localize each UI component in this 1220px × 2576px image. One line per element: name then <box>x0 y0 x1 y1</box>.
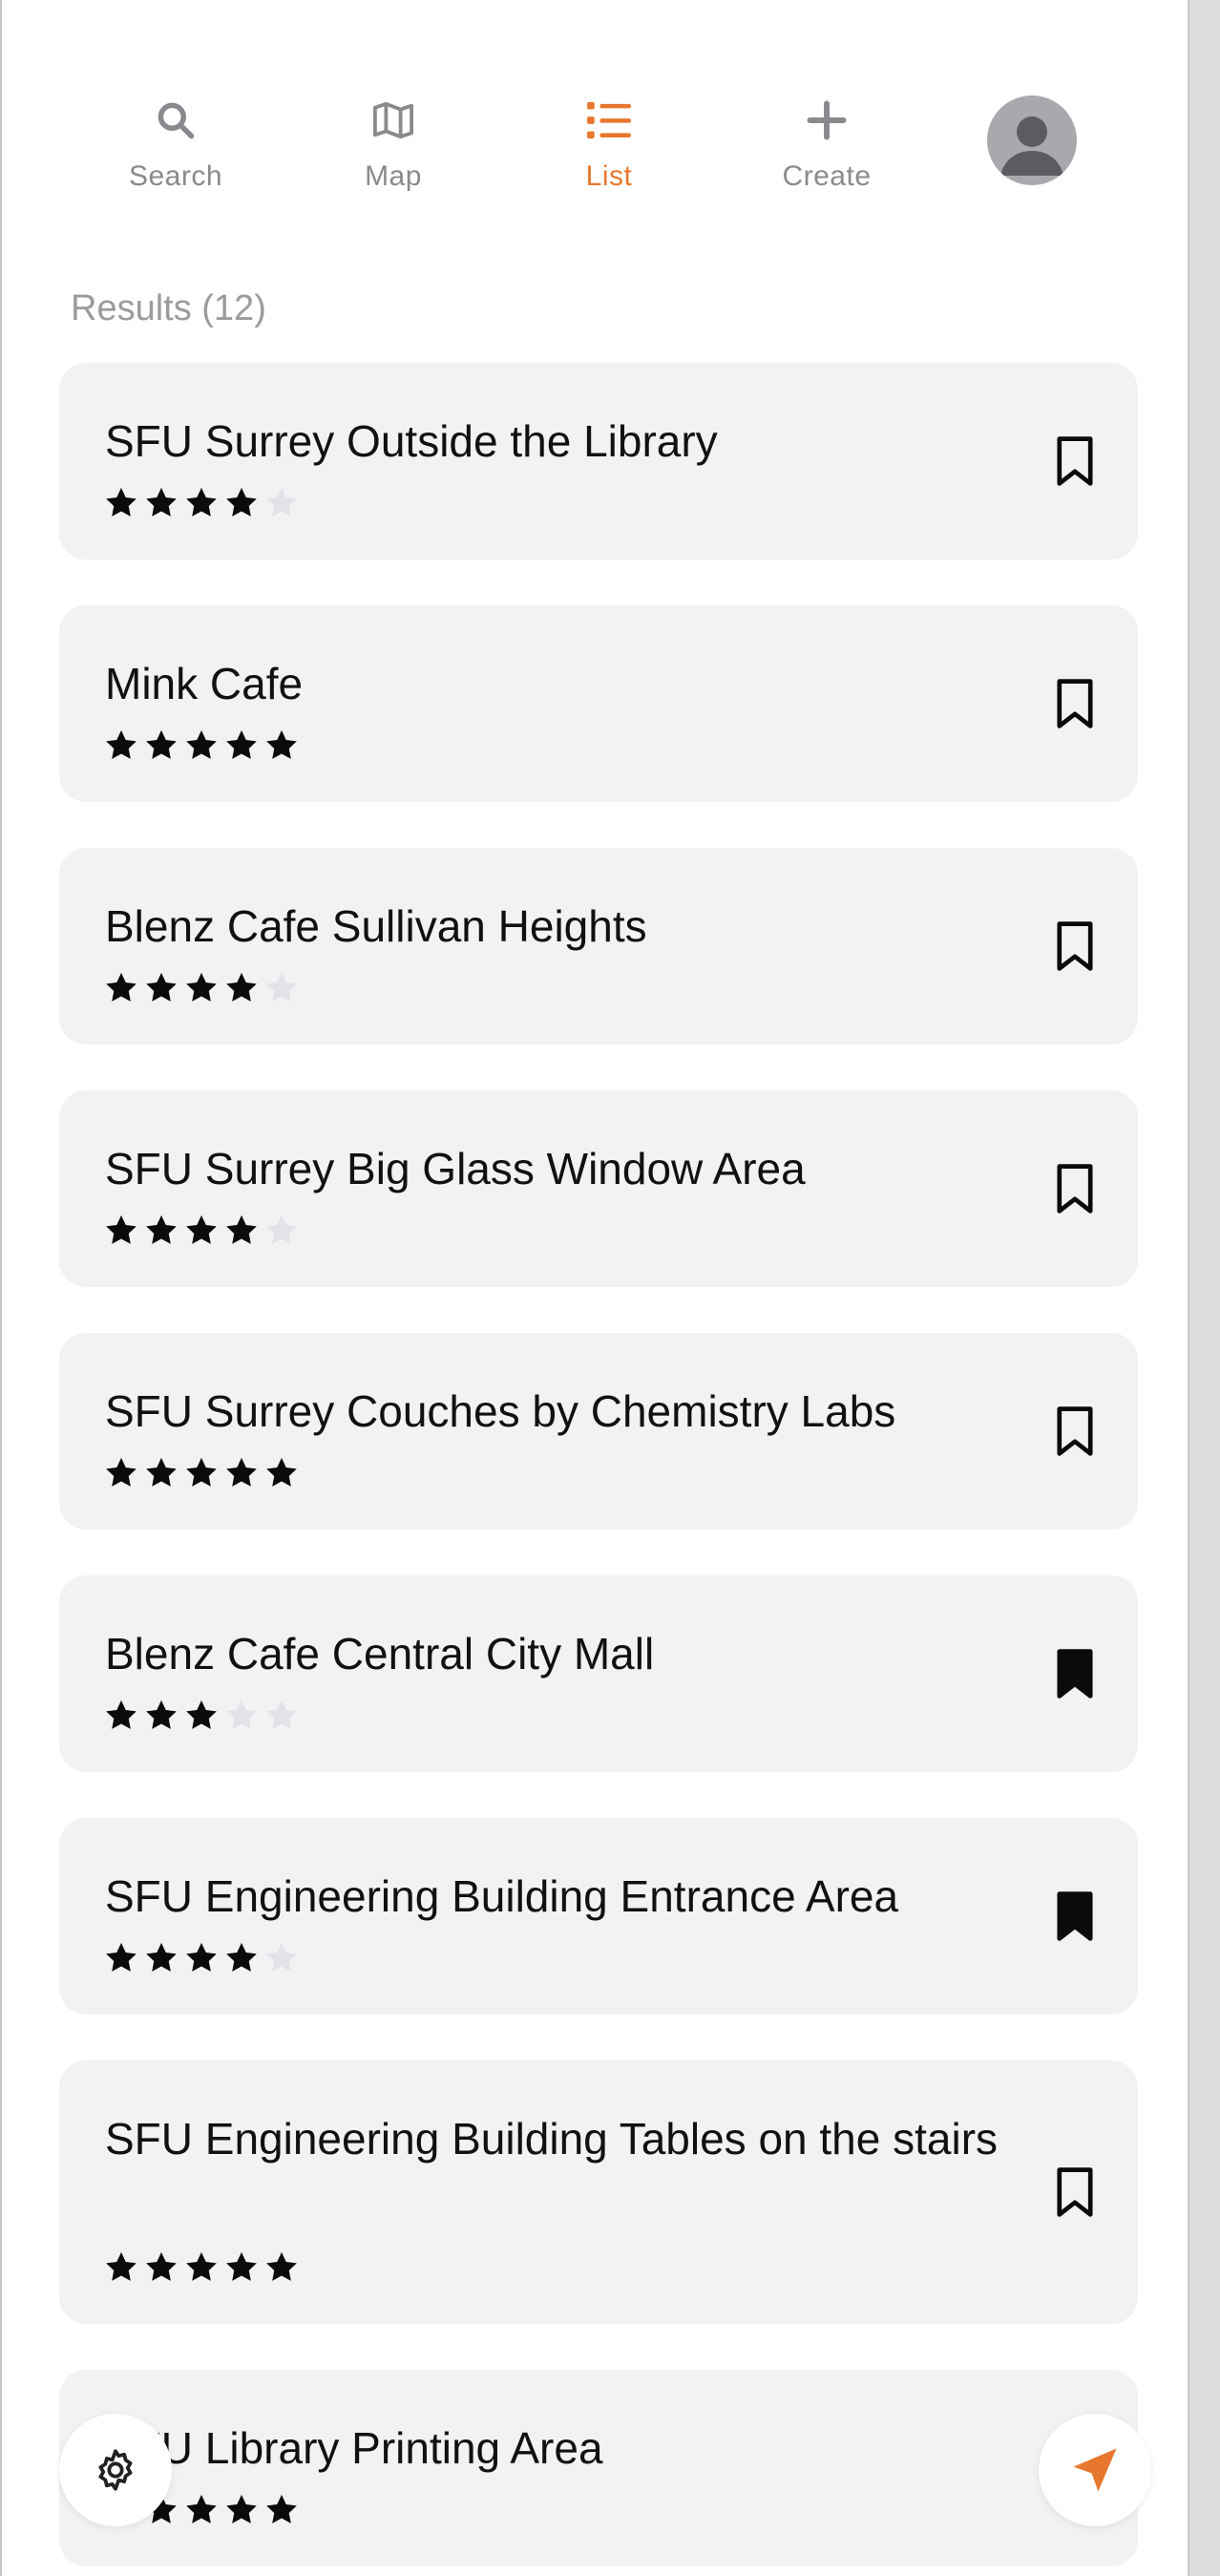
star-empty-icon <box>266 972 297 1002</box>
star-filled-icon <box>186 487 217 517</box>
results-count: Results (12) <box>71 288 266 328</box>
star-filled-icon <box>266 2494 297 2523</box>
star-filled-icon <box>186 1700 217 1729</box>
star-filled-icon <box>226 1457 257 1487</box>
star-filled-icon <box>186 729 217 759</box>
star-empty-icon <box>266 1942 297 1972</box>
nav-create[interactable]: Create <box>731 94 922 193</box>
place-name: SFU Surrey Outside the Library <box>105 416 718 466</box>
star-filled-icon <box>146 1457 177 1487</box>
nav-list-label: List <box>585 160 633 192</box>
navigation-arrow-icon <box>1073 2448 1117 2492</box>
nav-create-label: Create <box>782 160 872 192</box>
star-filled-icon <box>226 972 257 1002</box>
star-filled-icon <box>146 487 177 517</box>
place-name: SFU Library Printing Area <box>105 2423 603 2473</box>
star-filled-icon <box>186 2494 217 2523</box>
star-empty-icon <box>266 487 297 517</box>
star-filled-icon <box>226 729 257 759</box>
star-filled-icon <box>106 1457 137 1487</box>
bookmark-filled-icon[interactable] <box>1054 1890 1096 1942</box>
nav-search-label: Search <box>128 160 223 192</box>
place-card[interactable]: SFU Engineering Building Entrance Area <box>59 1818 1138 2015</box>
star-filled-icon <box>146 2251 177 2281</box>
settings-button[interactable] <box>59 2414 172 2526</box>
star-rating <box>103 728 300 764</box>
place-card[interactable]: SFU Engineering Building Tables on the s… <box>59 2060 1138 2324</box>
star-filled-icon <box>186 2251 217 2281</box>
star-filled-icon <box>186 1214 217 1244</box>
locate-button[interactable] <box>1039 2414 1151 2526</box>
star-filled-icon <box>146 729 177 759</box>
star-rating <box>103 485 300 521</box>
star-filled-icon <box>106 2251 137 2281</box>
place-card[interactable]: SFU Library Printing Area <box>59 2370 1138 2566</box>
nav-map-label: Map <box>365 160 422 192</box>
star-filled-icon <box>146 1214 177 1244</box>
bookmark-icon[interactable] <box>1054 1163 1096 1214</box>
star-filled-icon <box>266 729 297 759</box>
avatar[interactable] <box>987 95 1077 185</box>
place-name: SFU Surrey Big Glass Window Area <box>105 1144 806 1193</box>
star-filled-icon <box>106 1942 137 1972</box>
star-filled-icon <box>106 487 137 517</box>
star-filled-icon <box>146 1942 177 1972</box>
nav-map[interactable]: Map <box>298 94 489 193</box>
user-icon <box>1000 116 1063 176</box>
star-empty-icon <box>226 1700 257 1729</box>
star-filled-icon <box>106 972 137 1002</box>
place-name: SFU Engineering Building Tables on the s… <box>105 2114 999 2164</box>
app-screen: Search Map List Create Results (12) SFU … <box>0 0 1189 2576</box>
place-name: Blenz Cafe Central City Mall <box>105 1629 655 1679</box>
star-filled-icon <box>226 487 257 517</box>
star-filled-icon <box>106 1214 137 1244</box>
top-nav: Search Map List Create <box>2 0 1188 239</box>
place-card[interactable]: Blenz Cafe Central City Mall <box>59 1575 1138 1772</box>
search-icon <box>80 94 271 147</box>
bookmark-icon[interactable] <box>1054 678 1096 729</box>
bookmark-icon[interactable] <box>1054 1405 1096 1457</box>
star-filled-icon <box>186 972 217 1002</box>
star-filled-icon <box>186 1942 217 1972</box>
star-rating <box>103 1213 300 1249</box>
star-filled-icon <box>226 1214 257 1244</box>
star-filled-icon <box>146 1700 177 1729</box>
star-filled-icon <box>106 729 137 759</box>
star-empty-icon <box>266 1214 297 1244</box>
star-filled-icon <box>106 1700 137 1729</box>
star-rating <box>103 2249 300 2286</box>
star-rating <box>103 1940 300 1976</box>
star-filled-icon <box>266 2251 297 2281</box>
star-rating <box>103 1455 300 1491</box>
place-card[interactable]: SFU Surrey Couches by Chemistry Labs <box>59 1333 1138 1530</box>
place-name: Blenz Cafe Sullivan Heights <box>105 901 647 951</box>
nav-search[interactable]: Search <box>80 94 271 193</box>
place-name: SFU Surrey Couches by Chemistry Labs <box>105 1386 896 1436</box>
place-card[interactable]: SFU Surrey Big Glass Window Area <box>59 1090 1138 1287</box>
list-icon <box>514 94 705 147</box>
star-empty-icon <box>266 1700 297 1729</box>
place-name: Mink Cafe <box>105 659 304 708</box>
star-filled-icon <box>266 1457 297 1487</box>
star-rating <box>103 1698 300 1734</box>
place-card[interactable]: Mink Cafe <box>59 605 1138 802</box>
bookmark-filled-icon[interactable] <box>1054 1648 1096 1700</box>
star-filled-icon <box>226 2251 257 2281</box>
star-filled-icon <box>146 972 177 1002</box>
place-card[interactable]: SFU Surrey Outside the Library <box>59 363 1138 560</box>
bookmark-icon[interactable] <box>1054 920 1096 972</box>
star-filled-icon <box>226 2494 257 2523</box>
place-card[interactable]: Blenz Cafe Sullivan Heights <box>59 848 1138 1045</box>
map-icon <box>298 94 489 147</box>
bookmark-icon[interactable] <box>1054 2166 1096 2218</box>
gear-icon <box>98 2449 133 2491</box>
star-rating <box>103 970 300 1006</box>
place-name: SFU Engineering Building Entrance Area <box>105 1871 899 1921</box>
star-filled-icon <box>186 1457 217 1487</box>
star-filled-icon <box>226 1942 257 1972</box>
plus-icon <box>731 94 922 147</box>
bookmark-icon[interactable] <box>1054 435 1096 487</box>
nav-list[interactable]: List <box>514 94 705 193</box>
